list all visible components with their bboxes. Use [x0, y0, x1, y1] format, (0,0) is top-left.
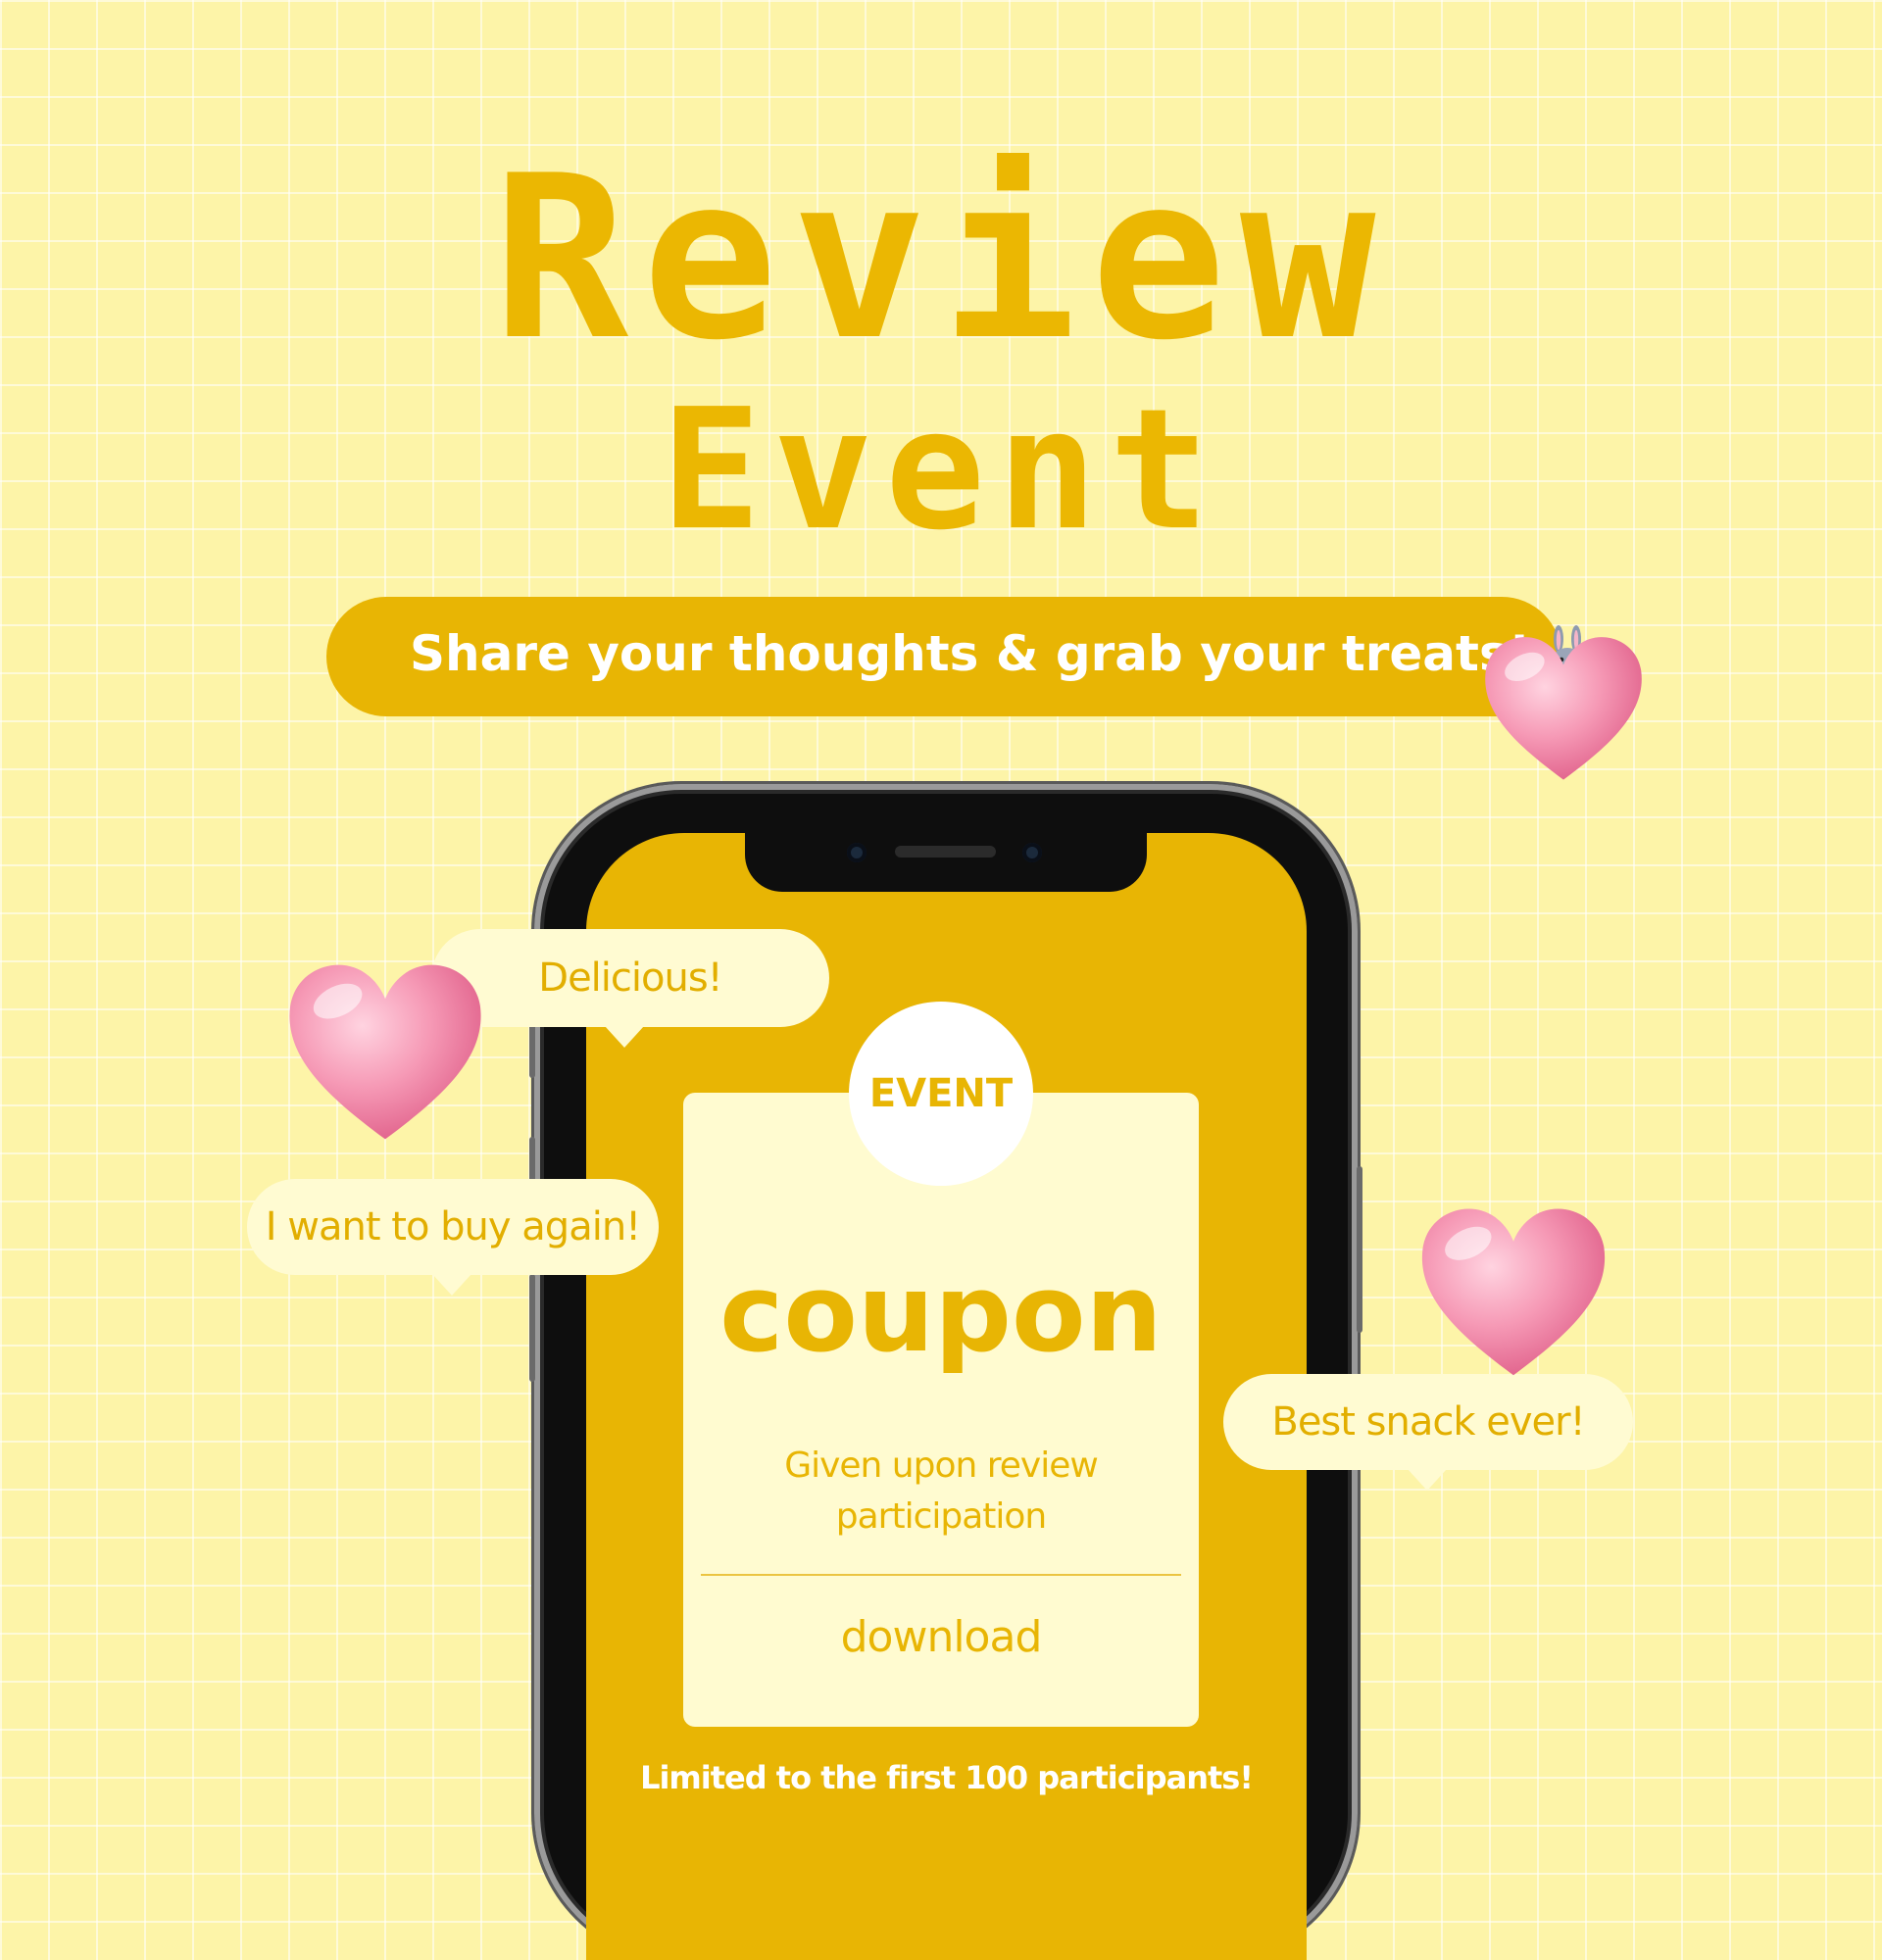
event-badge: EVENT — [849, 1002, 1033, 1186]
speech-bubble-buy-again: I want to buy again! — [247, 1179, 659, 1296]
participant-limit-note: Limited to the first 100 participants! — [640, 1759, 1254, 1796]
phone-notch — [745, 831, 1147, 892]
tagline-banner: Share your thoughts & grab your treats! — [326, 597, 1583, 716]
coupon-divider — [701, 1574, 1181, 1576]
phone-camera-icon — [1022, 843, 1042, 862]
phone-side-button — [529, 1274, 535, 1382]
heart-icon — [1421, 1208, 1606, 1376]
heart-icon — [289, 964, 481, 1140]
download-button[interactable]: download — [683, 1612, 1199, 1662]
coupon-subtitle: Given upon review participation — [683, 1441, 1199, 1543]
phone-speaker — [895, 846, 996, 858]
coupon-title: coupon — [719, 1250, 1163, 1376]
coupon-subtitle-line1: Given upon review — [784, 1446, 1099, 1486]
title-review: Review — [492, 128, 1390, 390]
title-event: Event — [661, 373, 1221, 567]
coupon-subtitle-line2: participation — [835, 1496, 1048, 1538]
tagline-text: Share your thoughts & grab your treats! — [410, 625, 1590, 689]
phone-side-button — [529, 1019, 535, 1078]
heart-icon — [1485, 637, 1642, 780]
tagline-label: Share your thoughts & grab your treats! — [410, 624, 1531, 682]
phone-camera-icon — [847, 843, 867, 862]
phone-side-button — [1357, 1166, 1362, 1333]
